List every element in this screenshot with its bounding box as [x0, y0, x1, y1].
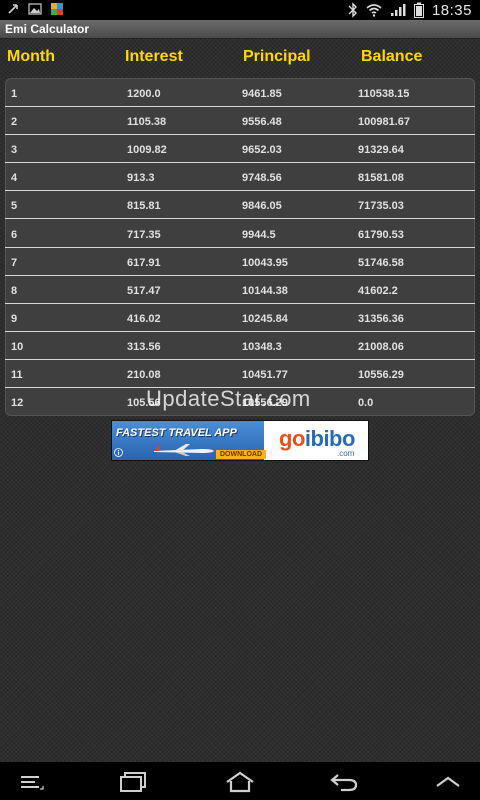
- cell-principal: 9556.48: [242, 116, 282, 129]
- cell-balance: 41602.2: [358, 284, 398, 297]
- table-row[interactable]: 10 313.56 10348.3 21008.06: [5, 331, 475, 360]
- title-bar: Emi Calculator: [0, 20, 480, 39]
- cell-interest: 1105.38: [127, 116, 167, 129]
- image-icon: [28, 3, 42, 15]
- table-row[interactable]: 1 1200.0 9461.85 110538.15: [5, 78, 475, 107]
- column-header-principal: Principal: [243, 48, 311, 65]
- cell-month: 5: [11, 200, 18, 213]
- cell-month: 10: [11, 340, 24, 353]
- cell-balance: 110538.15: [358, 88, 410, 100]
- table-row[interactable]: 11 210.08 10451.77 10556.29: [5, 359, 475, 388]
- navigation-bar: [0, 762, 480, 800]
- ad-image-area: FASTEST TRAVEL APP DOWNLOAD NOW: [112, 421, 266, 460]
- cell-interest: 1200.0: [127, 88, 161, 100]
- cell-principal: 10144.38: [242, 284, 288, 297]
- ad-domain: .com: [337, 449, 355, 458]
- expand-button[interactable]: [428, 768, 468, 796]
- cell-balance: 0.0: [358, 397, 374, 410]
- app-notification-icon: [51, 3, 63, 15]
- cell-interest: 717.35: [127, 228, 161, 241]
- battery-icon: [413, 2, 424, 18]
- cell-interest: 1009.82: [127, 144, 167, 157]
- cell-balance: 100981.67: [358, 116, 410, 129]
- back-button[interactable]: [324, 768, 364, 796]
- cell-month: 11: [11, 369, 23, 381]
- cell-month: 3: [11, 144, 18, 157]
- cell-month: 6: [11, 228, 18, 241]
- cell-interest: 617.91: [127, 256, 161, 269]
- cell-interest: 210.08: [127, 369, 161, 381]
- column-header-month: Month: [7, 48, 55, 65]
- recent-apps-button[interactable]: [114, 768, 154, 796]
- info-icon[interactable]: [114, 448, 123, 457]
- home-button[interactable]: [220, 768, 260, 796]
- chevron-up-icon: [436, 776, 460, 787]
- cell-principal: 9461.85: [242, 88, 282, 100]
- table-row[interactable]: 2 1105.38 9556.48 100981.67: [5, 106, 475, 136]
- cell-principal: 10348.3: [242, 340, 282, 353]
- column-header-balance: Balance: [361, 48, 423, 65]
- cell-month: 9: [11, 312, 18, 325]
- ad-banner[interactable]: FASTEST TRAVEL APP DOWNLOAD NOW goibibo …: [112, 421, 368, 460]
- cell-balance: 91329.64: [358, 144, 404, 157]
- ad-headline: FASTEST TRAVEL APP: [116, 427, 237, 439]
- table-row[interactable]: 4 913.3 9748.56 81581.08: [5, 162, 475, 192]
- cell-month: 7: [11, 256, 18, 269]
- back-icon: [330, 774, 358, 792]
- column-header-interest: Interest: [125, 48, 183, 65]
- signal-icon: [390, 4, 406, 16]
- cell-month: 8: [11, 284, 18, 297]
- ad-download-button[interactable]: DOWNLOAD NOW: [216, 450, 266, 459]
- emi-schedule-table[interactable]: 1 1200.0 9461.85 110538.15 2 1105.38 9556.48 10…: [5, 78, 475, 416]
- cell-principal: 9846.05: [242, 200, 282, 213]
- status-bar: 18:35: [0, 0, 480, 20]
- cell-month: 1: [11, 88, 18, 100]
- cell-principal: 9652.03: [242, 144, 282, 157]
- menu-icon: [21, 776, 44, 790]
- cell-month: 2: [11, 116, 18, 129]
- cell-month: 12: [11, 397, 24, 410]
- usb-icon: [8, 4, 18, 14]
- table-row[interactable]: 6 717.35 9944.5 61790.53: [5, 219, 475, 248]
- cell-balance: 21008.06: [358, 340, 404, 353]
- cell-interest: 313.56: [127, 340, 161, 353]
- table-row[interactable]: 5 815.81 9846.05 71735.03: [5, 190, 475, 220]
- cell-principal: 9944.5: [242, 228, 276, 241]
- cell-interest: 913.3: [127, 172, 155, 185]
- menu-button[interactable]: [12, 768, 52, 796]
- cell-principal: 9748.56: [242, 172, 282, 185]
- brand-part-ibibo: ibibo: [304, 426, 356, 451]
- status-time: 18:35: [431, 1, 472, 19]
- cell-principal: 10043.95: [242, 256, 288, 269]
- watermark: UpdateStar.com: [146, 386, 311, 411]
- cell-principal: 10451.77: [242, 369, 288, 381]
- cell-interest: 815.81: [127, 200, 161, 213]
- cell-balance: 71735.03: [358, 200, 404, 213]
- cell-balance: 10556.29: [358, 369, 404, 381]
- column-headers: Month Interest Principal Balance: [0, 44, 480, 72]
- recent-apps-icon: [120, 772, 146, 792]
- table-row[interactable]: 3 1009.82 9652.03 91329.64: [5, 134, 475, 164]
- table-row[interactable]: 8 517.47 10144.38 41602.2: [5, 275, 475, 304]
- cell-interest: 416.02: [127, 312, 161, 325]
- cell-balance: 31356.36: [358, 312, 404, 325]
- wifi-icon: [366, 4, 382, 17]
- cell-balance: 61790.53: [358, 228, 404, 241]
- home-icon: [226, 771, 254, 793]
- table-row[interactable]: 9 416.02 10245.84 31356.36: [5, 303, 475, 332]
- airplane-icon: [154, 444, 214, 456]
- cell-balance: 81581.08: [358, 172, 404, 185]
- screen: 18:35 Emi Calculator Month Interest Prin…: [0, 0, 480, 800]
- cell-balance: 51746.58: [358, 256, 404, 269]
- bluetooth-icon: [348, 2, 357, 18]
- cell-month: 4: [11, 172, 18, 185]
- brand-part-go: go: [279, 426, 305, 451]
- app-title: Emi Calculator: [5, 22, 90, 36]
- table-row[interactable]: 7 617.91 10043.95 51746.58: [5, 247, 475, 276]
- cell-interest: 517.47: [127, 284, 161, 297]
- cell-principal: 10245.84: [242, 312, 288, 325]
